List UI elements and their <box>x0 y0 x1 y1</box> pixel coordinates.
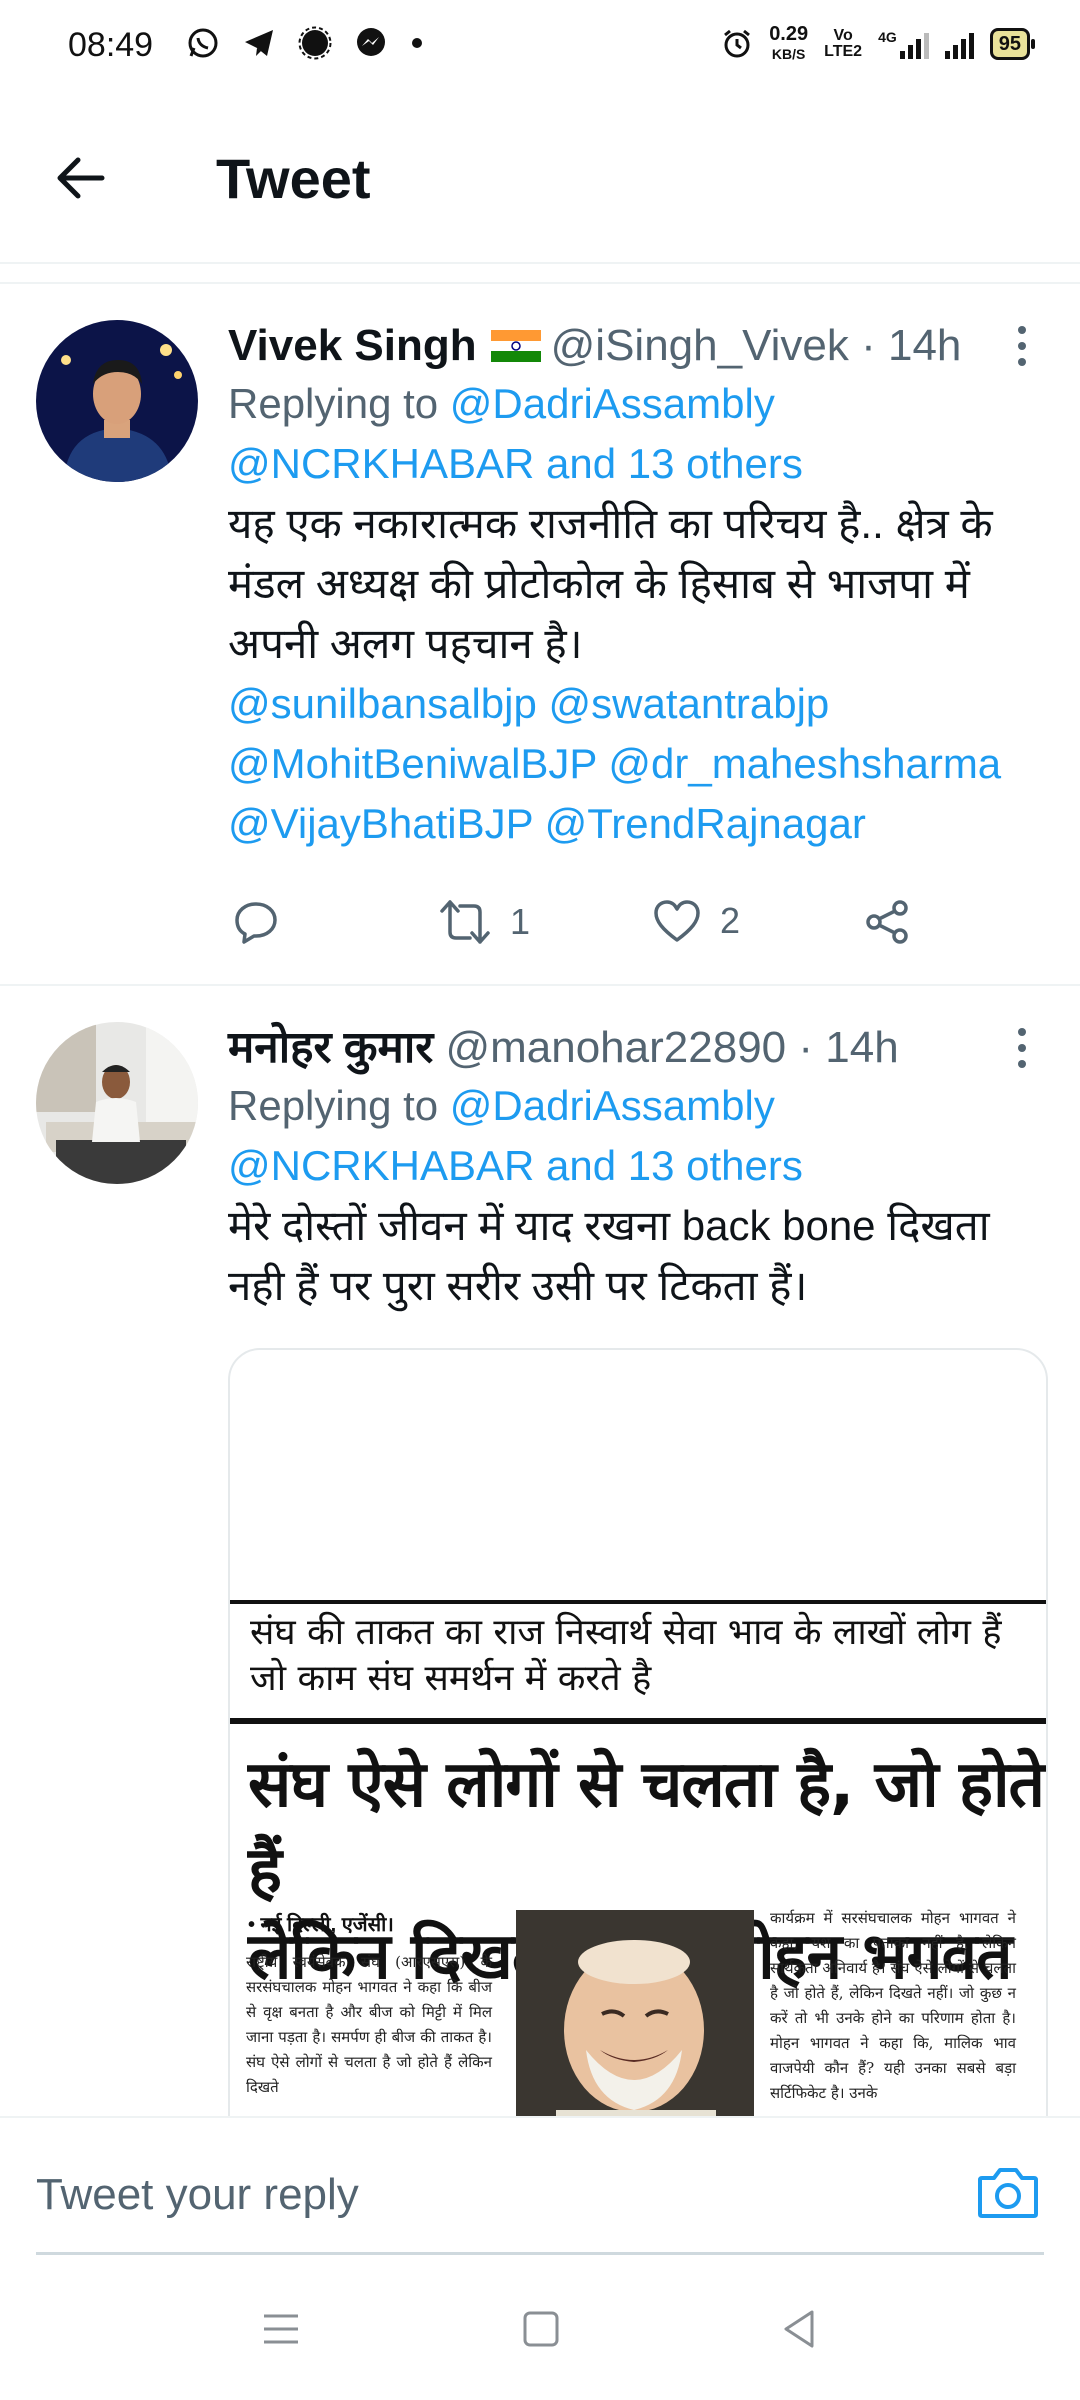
system-navigation-bar <box>0 2256 1080 2400</box>
avatar[interactable] <box>36 1022 198 1184</box>
clipping-photo <box>516 1910 754 2130</box>
tweet-time: · 14h <box>861 321 962 370</box>
retweet-count: 1 <box>510 901 531 942</box>
mention-link[interactable]: @MohitBeniwalBJP @dr_maheshsharma <box>228 734 1040 794</box>
network-speed: 0.29 KB/S <box>769 23 809 62</box>
mention-link[interactable]: @VijayBhatiBJP @TrendRajnagar <box>228 794 1040 854</box>
tweet-text: मेरे दोस्तों जीवन में याद रखना back bone… <box>228 1202 990 1309</box>
status-time: 08:49 <box>68 26 154 64</box>
tweet-header: मनोहर कुमार @manohar22890 · 14h <box>228 1020 1040 1076</box>
share-icon <box>866 900 908 944</box>
mention-link[interactable]: @sunilbansalbjp @swatantrabjp <box>228 674 1040 734</box>
replying-to: Replying to @DadriAssambly @NCRKHABAR an… <box>228 380 803 487</box>
app-header: Tweet <box>0 96 1080 262</box>
dot-icon <box>412 38 422 48</box>
india-flag-icon <box>490 330 541 362</box>
mention-link[interactable]: @NCRKHABAR and 13 others <box>228 1142 803 1189</box>
messenger-icon <box>357 28 385 56</box>
battery-indicator: 95 <box>989 28 1036 60</box>
mention-link[interactable]: @DadriAssambly <box>450 1082 775 1129</box>
camera-icon[interactable] <box>976 2164 1040 2220</box>
mention-link[interactable]: @NCRKHABAR and 13 others <box>228 440 803 487</box>
notification-icons <box>186 26 424 60</box>
signal-strength-icon-1: 4G <box>878 29 929 59</box>
more-options-icon[interactable] <box>1016 324 1028 368</box>
mention-link[interactable]: @DadriAssambly <box>450 380 775 427</box>
retweet-icon <box>440 900 490 944</box>
tweet-header: Vivek Singh @iSingh_Vivek · 14h <box>228 318 1040 374</box>
avatar[interactable] <box>36 320 198 482</box>
signal-strength-icon-2 <box>944 29 974 59</box>
reply-composer: Tweet your reply <box>0 2116 1080 2258</box>
author-name[interactable]: मनोहर कुमार <box>228 1023 433 1072</box>
retweet-button[interactable]: 1 <box>438 898 530 946</box>
reply-button[interactable] <box>232 898 280 946</box>
clipping-dateline: • नई दिल्ली, एजेंसी। <box>248 1914 394 1936</box>
tweet-reply[interactable]: Vivek Singh @iSingh_Vivek · 14h Replying … <box>0 318 1080 988</box>
like-count: 2 <box>720 900 741 941</box>
clipping-top-rule <box>230 1600 1046 1604</box>
tweet-text: यह एक नकारात्मक राजनीति का परिचय है.. क्… <box>228 494 1040 854</box>
telegram-icon <box>245 30 273 56</box>
replying-to: Replying to @DadriAssambly @NCRKHABAR an… <box>228 1082 803 1189</box>
menu-icon[interactable] <box>256 2304 306 2354</box>
tweet-divider <box>0 984 1080 986</box>
back-triangle-icon[interactable] <box>774 2304 824 2354</box>
whatsapp-icon <box>188 28 218 58</box>
clipping-column-right: कार्यक्रम में सरसंघचालक मोहन भागवत ने कह… <box>770 1909 1016 2102</box>
tweet-time: · 14h <box>798 1023 899 1072</box>
tweet-media-image[interactable]: संघ की ताकत का राज निस्वार्थ सेवा भाव के… <box>228 1348 1048 2132</box>
home-square-icon[interactable] <box>516 2304 566 2354</box>
header-divider <box>0 262 1080 264</box>
reply-input[interactable]: Tweet your reply <box>36 2170 359 2220</box>
author-name[interactable]: Vivek Singh <box>228 321 477 370</box>
more-options-icon[interactable] <box>1016 1026 1028 1070</box>
status-bar: 08:49 0.29 KB/S Vo LTE2 4G 95 <box>0 0 1080 96</box>
tweet-actions: 1 2 <box>228 898 948 958</box>
author-handle[interactable]: @manohar22890 <box>445 1023 786 1072</box>
alarm-icon <box>724 29 751 58</box>
signal-icon <box>298 26 332 60</box>
share-button[interactable] <box>864 898 912 946</box>
heart-icon <box>654 900 700 942</box>
system-indicators: 0.29 KB/S Vo LTE2 4G 95 <box>721 23 1036 64</box>
back-arrow-icon[interactable] <box>52 148 112 208</box>
clipping-column-left: राष्ट्रीय स्वयंसेवक संघ (आरएसएस) के सरसं… <box>246 1953 492 2096</box>
clipping-rule <box>230 1718 1046 1724</box>
clipping-subheading: संघ की ताकत का राज निस्वार्थ सेवा भाव के… <box>250 1612 1002 1699</box>
volte-indicator: Vo LTE2 <box>824 27 863 60</box>
reply-icon <box>235 902 277 944</box>
author-handle[interactable]: @iSingh_Vivek <box>551 321 849 370</box>
thread-divider <box>0 282 1080 284</box>
like-button[interactable]: 2 <box>652 898 740 944</box>
page-title: Tweet <box>216 147 371 210</box>
reply-input-underline <box>36 2252 1044 2255</box>
